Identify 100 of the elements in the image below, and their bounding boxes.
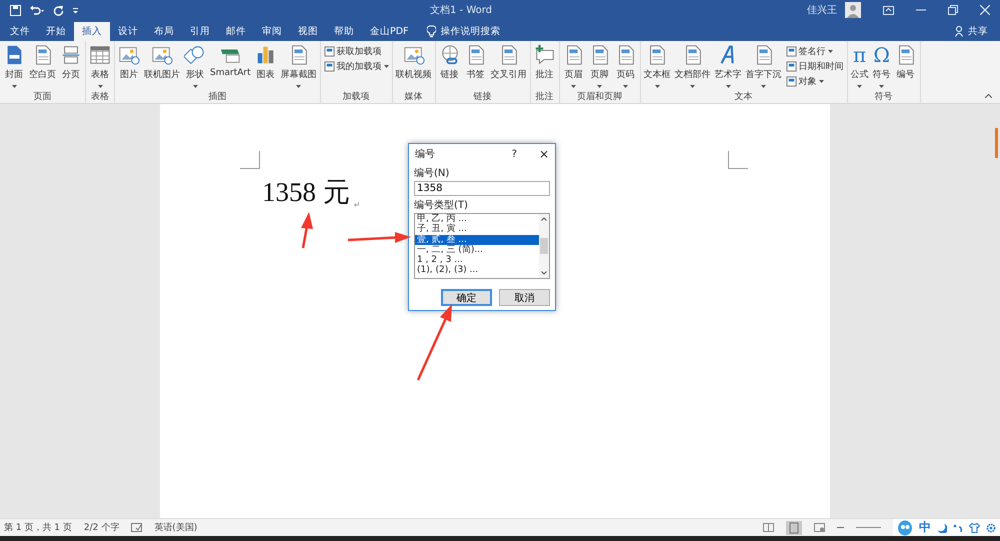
ribbon-display-icon[interactable] (883, 6, 894, 14)
group-label: 页眉和页脚 (577, 91, 622, 103)
ribbon-button[interactable]: 交叉引用 (488, 43, 529, 91)
ribbon-button[interactable]: 日期和时间 (786, 60, 844, 73)
ribbon-button[interactable]: 封面 (1, 43, 27, 91)
language[interactable]: 英语(美国) (154, 521, 198, 534)
ribbon-button[interactable]: 表格 (87, 43, 113, 91)
ribbon-button[interactable]: 分页 (58, 43, 84, 91)
close-button[interactable]: × (538, 147, 549, 161)
ribbon-tab[interactable]: 开始 (38, 22, 74, 41)
page-icon (324, 46, 335, 57)
scroll-thumb[interactable] (995, 128, 998, 158)
share-button[interactable]: 共享 (955, 22, 1000, 41)
proofing-icon[interactable] (131, 523, 142, 532)
moon-icon[interactable] (937, 522, 947, 532)
page-icon (786, 46, 797, 57)
ribbon-button[interactable]: 页脚 (586, 43, 613, 91)
ribbon-button[interactable]: 文本框 (642, 43, 673, 91)
scroll-down-icon[interactable] (541, 271, 547, 275)
number-field[interactable]: 1358 (414, 181, 550, 196)
punctuation-icon[interactable] (953, 522, 963, 532)
page-count[interactable]: 第 1 页，共 1 页 (4, 521, 72, 534)
undo-icon[interactable] (29, 4, 45, 16)
list-item[interactable]: 1 , 2 , 3 ... (415, 255, 539, 266)
ribbon-tab[interactable]: 插入 (74, 22, 110, 41)
word-count[interactable]: 2/2 个字 (84, 521, 120, 534)
ribbon-button[interactable]: 图表 (252, 43, 279, 91)
scroll-thumb[interactable] (540, 238, 548, 254)
ribbon-button[interactable]: 批注 (532, 43, 558, 91)
ribbon-tab[interactable]: 布局 (146, 22, 182, 41)
ribbon-button[interactable]: 图片 (116, 43, 142, 91)
list-item[interactable]: 壹, 贰, 叁 ... (415, 234, 539, 245)
ribbon-button[interactable]: 形状 (182, 43, 208, 91)
list-item[interactable]: (1), (2), (3) ... (415, 265, 539, 276)
page-icon (786, 61, 797, 72)
ribbon-button[interactable]: 空白页 (27, 43, 58, 91)
user-name[interactable]: 佳兴王 (807, 3, 837, 17)
table-icon (89, 44, 111, 66)
tell-me-search-field[interactable]: 操作说明搜索 (440, 26, 541, 37)
page-icon (786, 76, 797, 87)
list-item[interactable]: 一, 二, 三 (简)... (415, 244, 539, 256)
restore-icon[interactable] (948, 5, 958, 15)
ribbon-tab[interactable]: 视图 (290, 22, 326, 41)
list-item[interactable]: 甲, 乙, 丙 ... (415, 214, 539, 224)
minimize-icon[interactable] (916, 9, 926, 11)
close-icon[interactable] (980, 5, 990, 15)
ribbon-tab[interactable]: 帮助 (326, 22, 362, 41)
scroll-up-icon[interactable] (541, 217, 547, 221)
ribbon-button[interactable]: 签名行 (786, 45, 844, 58)
shirt-icon[interactable] (969, 522, 980, 532)
symbol-icon: π (853, 44, 866, 66)
corner-mark (240, 151, 260, 169)
annotation-arrow (348, 232, 411, 243)
redo-icon[interactable] (53, 4, 64, 16)
ribbon-button[interactable]: Ω 符号 (870, 43, 893, 91)
ribbon-button[interactable]: 编号 (892, 43, 919, 91)
page-icon (324, 61, 335, 72)
web-layout-icon[interactable] (814, 523, 825, 532)
picture-icon (151, 44, 173, 66)
ribbon-button[interactable]: 联机视频 (394, 43, 434, 91)
help-button[interactable]: ? (512, 148, 517, 160)
ribbon-button[interactable]: 联机图片 (142, 43, 182, 91)
number-type-list[interactable]: 甲, 乙, 丙 ... 子, 丑, 寅 ... 壹, 贰, 叁 ... 一, 二, 三 (简)... 1 , 2 , 3 ... (1), (2), (3) ... (414, 213, 550, 279)
group-label: 符号 (874, 91, 893, 103)
ribbon-button[interactable]: 我的加载项 (324, 60, 389, 73)
ribbon-tab[interactable]: 金山PDF (362, 22, 417, 41)
ok-button[interactable]: 确定 (441, 289, 492, 306)
ribbon-button[interactable]: 对象 (786, 75, 844, 88)
ribbon-button[interactable]: 艺术字 (712, 43, 744, 91)
ribbon-button[interactable]: 屏幕截图 (278, 43, 319, 91)
lightbulb-icon (426, 25, 436, 38)
input-mode[interactable]: 中 (919, 519, 931, 536)
ribbon-tab[interactable]: 文件 (2, 22, 38, 41)
print-layout-icon[interactable] (786, 520, 802, 534)
ribbon-button[interactable]: 文档部件 (672, 43, 713, 91)
ribbon-button[interactable]: π 公式 (848, 43, 871, 91)
group-label: 媒体 (404, 91, 423, 103)
read-mode-icon[interactable] (763, 523, 774, 532)
ribbon-tab[interactable]: 审阅 (254, 22, 290, 41)
ribbon-button[interactable]: SmartArt (208, 43, 253, 91)
ribbon-button[interactable]: 首字下沉 (744, 43, 784, 91)
ribbon-tab[interactable]: 邮件 (218, 22, 254, 41)
ribbon-tab[interactable]: 引用 (182, 22, 218, 41)
ribbon-button[interactable]: 获取加载项 (324, 45, 389, 58)
customize-icon[interactable] (72, 6, 79, 14)
group-label: 表格 (91, 91, 109, 103)
ribbon-button[interactable]: 页眉 (560, 43, 587, 91)
page-break-icon (60, 44, 82, 66)
ribbon-button[interactable]: 链接 (436, 43, 463, 91)
field-label: 编号类型(T) (414, 200, 469, 212)
ribbon-button[interactable]: 页码 (612, 43, 639, 91)
collapse-ribbon-icon[interactable] (985, 94, 992, 98)
group-label: 批注 (536, 91, 554, 103)
settings-icon[interactable] (986, 522, 996, 532)
paragraph-mark-icon (354, 202, 359, 207)
cancel-button[interactable]: 取消 (499, 289, 550, 306)
save-icon[interactable] (10, 4, 21, 16)
ribbon-tab[interactable]: 设计 (110, 22, 146, 41)
ribbon-button[interactable]: 书签 (462, 43, 489, 91)
list-item[interactable]: 子, 丑, 寅 ... (415, 224, 539, 235)
